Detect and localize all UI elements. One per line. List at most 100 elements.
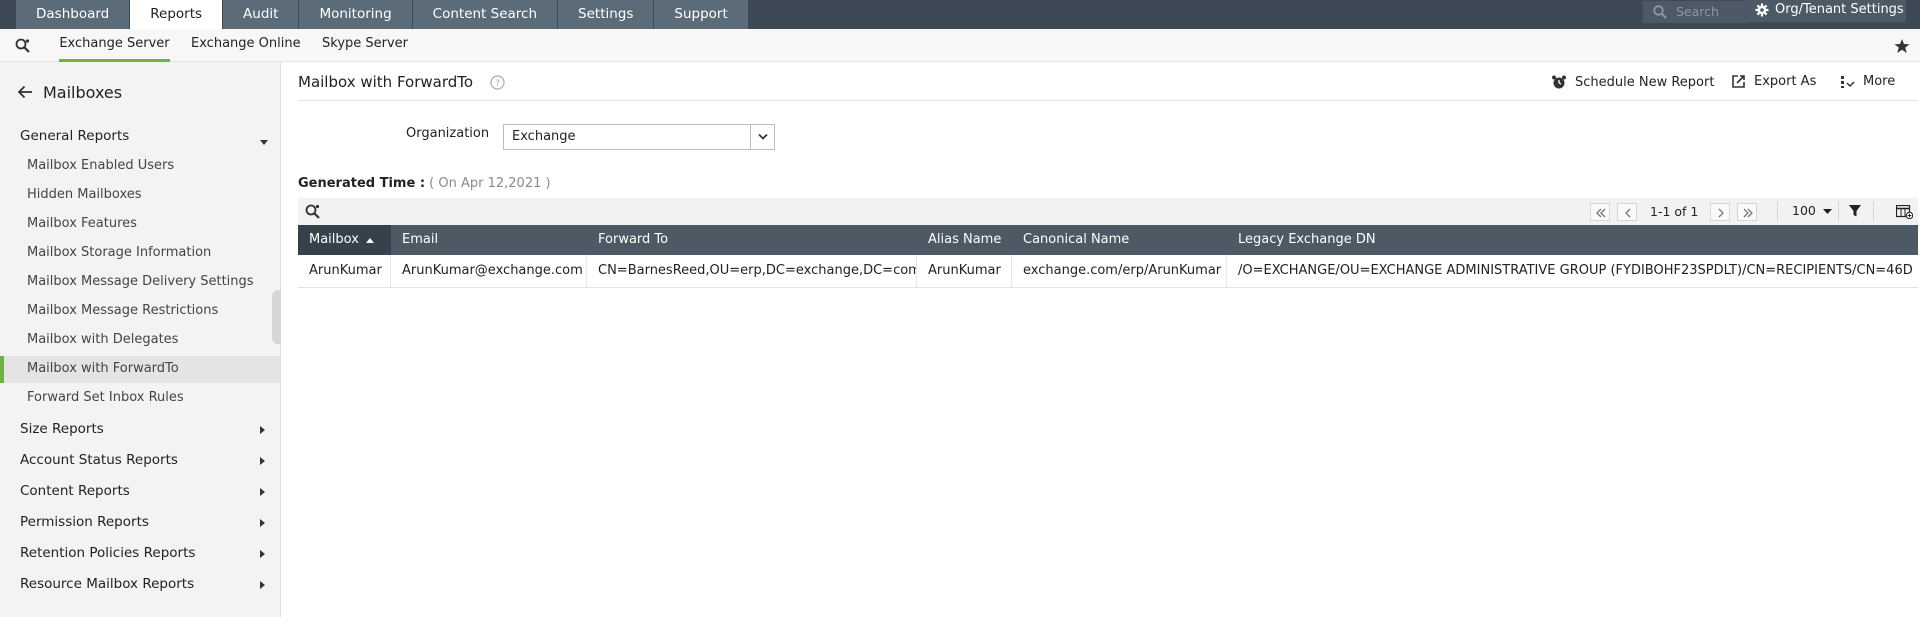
search-icon	[1653, 5, 1667, 19]
tab-settings[interactable]: Settings	[558, 0, 655, 29]
sidebar-item-mailbox-with-delegates[interactable]: Mailbox with Delegates	[27, 332, 178, 347]
toolbar-divider	[1873, 201, 1874, 222]
organization-selected-value: Exchange	[512, 129, 576, 144]
tab-reports[interactable]: Reports	[130, 0, 224, 29]
more-label: More	[1863, 74, 1896, 89]
organization-label: Organization	[406, 126, 490, 141]
grid-search-icon[interactable]	[305, 204, 321, 219]
chevron-right-icon	[1718, 208, 1725, 217]
sidebar-section-retention-policies-reports[interactable]: Retention Policies Reports	[20, 545, 195, 561]
help-icon[interactable]: ?	[490, 75, 505, 90]
sidebar-item-mailbox-message-restrictions[interactable]: Mailbox Message Restrictions	[27, 303, 218, 318]
previous-page-button[interactable]	[1617, 202, 1637, 221]
column-chooser-icon[interactable]	[1896, 205, 1913, 219]
first-page-button[interactable]	[1590, 202, 1610, 221]
sidebar-collapse-handle[interactable]	[272, 290, 281, 344]
table-row[interactable]: ArunKumar ArunKumar@exchange.com CN=Barn…	[298, 255, 1918, 288]
column-header-forward-to[interactable]: Forward To	[587, 225, 917, 255]
cell-mailbox: ArunKumar	[298, 255, 391, 287]
column-header-canonical-name[interactable]: Canonical Name	[1012, 225, 1227, 255]
sidebar-section-general-reports[interactable]: General Reports	[20, 128, 129, 144]
search-settings-icon[interactable]	[15, 38, 31, 54]
sidebar-item-mailbox-storage-information[interactable]: Mailbox Storage Information	[27, 245, 211, 260]
generated-time-value: ( On Apr 12,2021 )	[429, 176, 551, 191]
chevron-down-icon	[260, 140, 268, 145]
subtab-exchange-server[interactable]: Exchange Server	[59, 29, 170, 62]
tab-audit[interactable]: Audit	[223, 0, 300, 29]
toolbar-divider	[1777, 201, 1778, 222]
divider	[298, 100, 1918, 101]
sidebar-item-mailbox-message-delivery-settings[interactable]: Mailbox Message Delivery Settings	[27, 274, 254, 289]
page-title: Mailbox with ForwardTo	[298, 73, 474, 91]
sidebar-title: Mailboxes	[43, 82, 123, 102]
chevron-down-icon	[758, 133, 768, 140]
sidebar-section-account-status-reports[interactable]: Account Status Reports	[20, 452, 178, 468]
sidebar-item-forward-set-inbox-rules[interactable]: Forward Set Inbox Rules	[27, 390, 184, 405]
sub-navigation-bar: Exchange Server Exchange Online Skype Se…	[0, 29, 1920, 62]
page-size-value: 100	[1792, 203, 1816, 218]
svg-text:?: ?	[495, 79, 500, 89]
org-settings-label: Org/Tenant Settings	[1775, 2, 1904, 17]
organization-select[interactable]: Exchange	[503, 124, 775, 150]
grid-toolbar: 1-1 of 1 100	[298, 198, 1918, 225]
cell-legacy-exchange-dn: /O=EXCHANGE/OU=EXCHANGE ADMINISTRATIVE G…	[1238, 263, 1913, 278]
double-chevron-right-icon	[1743, 208, 1754, 217]
back-to-mailboxes-link[interactable]: Mailboxes	[17, 82, 122, 102]
column-header-alias-name[interactable]: Alias Name	[917, 225, 1012, 255]
sort-ascending-icon	[366, 238, 375, 243]
org-tenant-settings-button[interactable]: Org/Tenant Settings	[1745, 0, 1906, 22]
more-options-icon	[1841, 76, 1855, 88]
page-size-select[interactable]: 100	[1792, 203, 1832, 218]
filter-icon[interactable]	[1849, 205, 1861, 217]
chevron-left-icon	[1625, 208, 1631, 217]
sidebar-section-permission-reports[interactable]: Permission Reports	[20, 514, 149, 530]
table-header: Mailbox Email Forward To Alias Name Cano…	[298, 225, 1918, 255]
select-arrow[interactable]	[750, 125, 774, 149]
double-chevron-left-icon	[1596, 208, 1606, 217]
chevron-right-icon	[260, 581, 265, 589]
toolbar-divider	[1838, 201, 1839, 222]
export-label: Export As	[1754, 74, 1817, 89]
column-header-label: Mailbox	[309, 232, 359, 247]
sidebar-item-hidden-mailboxes[interactable]: Hidden Mailboxes	[27, 187, 142, 202]
export-icon	[1732, 75, 1745, 88]
sidebar-item-mailbox-with-forwardto[interactable]: Mailbox with ForwardTo	[27, 361, 179, 376]
chevron-right-icon	[260, 488, 265, 496]
tab-dashboard[interactable]: Dashboard	[16, 0, 131, 29]
column-header-email[interactable]: Email	[391, 225, 587, 255]
top-navigation-bar: Dashboard Reports Audit Monitoring Conte…	[0, 0, 1920, 29]
column-header-legacy-exchange-dn[interactable]: Legacy Exchange DN	[1227, 225, 1918, 255]
tab-support[interactable]: Support	[654, 0, 749, 29]
chevron-right-icon	[260, 457, 265, 465]
last-page-button[interactable]	[1737, 202, 1758, 221]
column-header-mailbox[interactable]: Mailbox	[298, 225, 391, 255]
global-search-input[interactable]: Search	[1643, 1, 1749, 23]
sidebar-item-mailbox-features[interactable]: Mailbox Features	[27, 216, 137, 231]
subtab-exchange-online[interactable]: Exchange Online	[191, 29, 301, 62]
tab-monitoring[interactable]: Monitoring	[299, 0, 413, 29]
main-tabs: Dashboard Reports Audit Monitoring Conte…	[16, 0, 749, 29]
star-icon[interactable]	[1894, 38, 1910, 54]
alarm-clock-icon	[1552, 75, 1566, 89]
pagination: 1-1 of 1	[1590, 202, 1764, 221]
tab-content-search[interactable]: Content Search	[412, 0, 559, 29]
sidebar-section-size-reports[interactable]: Size Reports	[20, 421, 104, 437]
cell-email: ArunKumar@exchange.com	[391, 255, 587, 287]
arrow-left-icon	[17, 85, 32, 99]
search-placeholder: Search	[1676, 4, 1719, 19]
sidebar-section-resource-mailbox-reports[interactable]: Resource Mailbox Reports	[20, 576, 194, 592]
next-page-button[interactable]	[1710, 202, 1731, 221]
export-as-button[interactable]: Export As	[1731, 74, 1816, 89]
more-button[interactable]: More	[1840, 74, 1895, 89]
sidebar: Mailboxes General Reports Mailbox Enable…	[0, 62, 281, 617]
subtab-skype-server[interactable]: Skype Server	[322, 29, 408, 62]
chevron-right-icon	[260, 550, 265, 558]
sidebar-section-content-reports[interactable]: Content Reports	[20, 483, 130, 499]
sidebar-item-mailbox-enabled-users[interactable]: Mailbox Enabled Users	[27, 158, 174, 173]
pagination-info: 1-1 of 1	[1650, 204, 1699, 219]
caret-down-icon	[1822, 209, 1832, 214]
schedule-new-report-button[interactable]: Schedule New Report	[1551, 74, 1714, 90]
cell-forward-to: CN=BarnesReed,OU=erp,DC=exchange,DC=com	[587, 255, 917, 287]
chevron-right-icon	[260, 519, 265, 527]
generated-time-label: Generated Time :	[298, 176, 426, 191]
